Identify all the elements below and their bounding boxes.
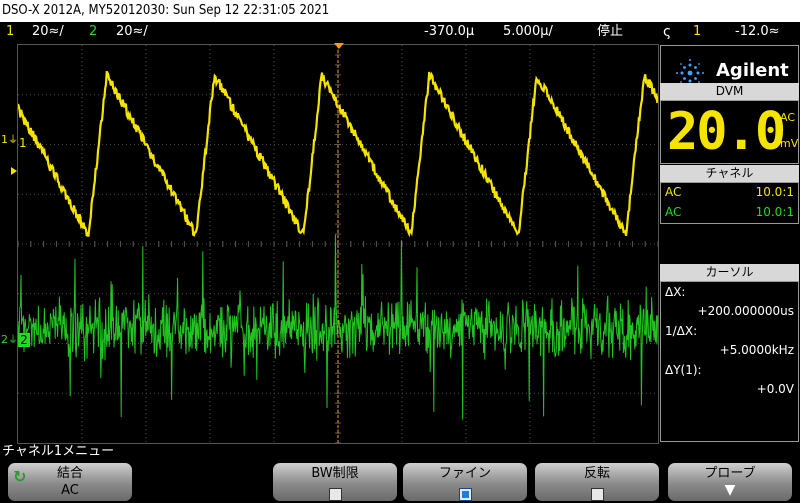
ch2-scale[interactable]: 20≈/ — [116, 22, 148, 42]
rising-edge-icon: ς — [663, 24, 672, 40]
dy-value: +0.0V — [756, 382, 794, 396]
info-panel: Agilent DVM 20.0 AC mV チャネル AC 10.0:1 AC… — [659, 44, 800, 442]
ground-icon: ⏚ — [8, 335, 18, 346]
status-bar: 1 20≈/ 2 20≈/ -370.0µ 5.000µ/ 停止 ς 1 -12… — [0, 22, 800, 42]
coupling-label: 結合 — [56, 466, 83, 481]
invert-softkey[interactable]: 反転 — [535, 463, 659, 501]
arrow-down-icon: ▼ — [724, 482, 736, 498]
rotate-knob-icon: ↻ — [13, 467, 27, 486]
dvm-unit: mV — [780, 137, 799, 150]
bw-limit-checkbox[interactable] — [328, 487, 342, 501]
dy-label: ΔY(1): — [665, 363, 702, 377]
trigger-position-marker-icon[interactable] — [334, 43, 344, 49]
ch2-level-label: 2 — [18, 333, 30, 347]
cursor-header[interactable]: カーソル — [660, 264, 799, 281]
dvm-header[interactable]: DVM — [660, 83, 799, 100]
ch1-marker-label: 1 — [1, 133, 8, 146]
horizontal-delay[interactable]: -370.0µ — [424, 22, 474, 42]
ch1-level-label: 1 — [19, 136, 27, 150]
cursor-box: ΔX: +200.000000us 1/ΔX: +5.0000kHz ΔY(1)… — [660, 281, 799, 442]
brand-name: Agilent — [716, 60, 789, 81]
dx-value: +200.000000us — [697, 304, 794, 318]
trigger-level[interactable]: -12.0≈ — [735, 22, 780, 42]
ch1-probe-ratio: 10.0:1 — [755, 185, 794, 199]
dvm-box: 20.0 AC mV — [660, 100, 799, 164]
ch2-coupling: AC — [665, 205, 682, 219]
timebase-scale[interactable]: 5.000µ/ — [503, 22, 553, 42]
coupling-softkey[interactable]: ↻ 結合 AC — [8, 463, 132, 501]
channel-box: AC 10.0:1 AC 10.0:1 — [660, 182, 799, 224]
bw-limit-label: BW制限 — [311, 466, 359, 481]
ground-icon: ⏚ — [8, 135, 18, 146]
channel-header[interactable]: チャネル — [660, 165, 799, 182]
bw-limit-softkey[interactable]: BW制限 — [273, 463, 397, 501]
inverse-dx-label: 1/ΔX: — [665, 324, 698, 338]
ch2-number[interactable]: 2 — [89, 22, 97, 42]
inverse-dx-value: +5.0000kHz — [719, 343, 794, 357]
run-state: 停止 — [597, 24, 624, 39]
fine-label: ファイン — [438, 466, 491, 481]
invert-label: 反転 — [583, 466, 610, 481]
dvm-reading: 20.0 — [667, 102, 786, 162]
dvm-mode: AC — [780, 111, 796, 124]
probe-label: プローブ — [704, 466, 756, 481]
dx-label: ΔX: — [665, 285, 686, 299]
graticule — [16, 44, 660, 444]
ch2-marker-label: 2 — [1, 333, 8, 346]
invert-checkbox[interactable] — [590, 487, 604, 501]
ch1-coupling: AC — [665, 185, 682, 199]
fine-softkey[interactable]: ファイン — [403, 463, 527, 501]
trigger-source[interactable]: 1 — [693, 22, 701, 42]
probe-softkey[interactable]: プローブ ▼ — [668, 463, 792, 501]
coupling-value: AC — [61, 483, 79, 498]
fine-checkbox[interactable] — [458, 487, 472, 501]
ch2-ground-marker[interactable]: 2⏚ — [1, 333, 18, 350]
waveform-display[interactable] — [16, 44, 660, 444]
window-title: DSO-X 2012A, MY52012030: Sun Sep 12 22:3… — [0, 0, 800, 22]
ch1-scale[interactable]: 20≈/ — [32, 22, 64, 42]
trigger-level-arrow-icon[interactable] — [11, 167, 17, 175]
ch1-ground-marker[interactable]: 1⏚ — [1, 133, 18, 150]
ch1-number[interactable]: 1 — [6, 22, 14, 42]
menu-title: チャネル1メニュー — [2, 444, 115, 459]
ch2-probe-ratio: 10.0:1 — [755, 205, 794, 219]
